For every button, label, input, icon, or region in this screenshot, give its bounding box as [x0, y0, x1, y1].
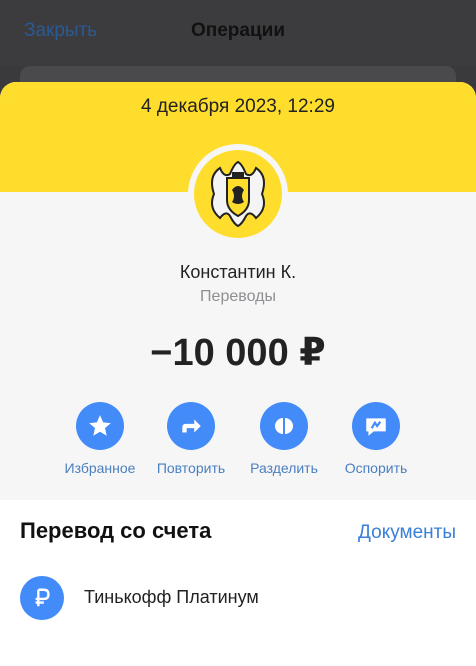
split-icon [275, 418, 293, 434]
action-label: Разделить [250, 460, 318, 476]
bank-logo [194, 150, 282, 238]
dispute-button[interactable] [352, 402, 400, 450]
action-repeat[interactable]: Повторить [141, 402, 241, 476]
dispute-icon [366, 418, 386, 436]
split-button[interactable] [260, 402, 308, 450]
action-split[interactable]: Разделить [234, 402, 334, 476]
action-label: Избранное [64, 460, 136, 476]
navigation-bar: Закрыть Операции [0, 0, 476, 86]
action-favorite[interactable]: Избранное [50, 402, 150, 476]
favorite-button[interactable] [76, 402, 124, 450]
page-title: Операции [190, 20, 286, 41]
operation-category: Переводы [200, 288, 276, 305]
account-icon [20, 576, 64, 620]
ruble-icon [35, 588, 50, 607]
action-label: Повторить [156, 460, 226, 476]
account-name[interactable]: Тинькофф Платинум [84, 587, 259, 608]
operation-sheet: 4 декабря 2023, 12:29 Константин К. Пере… [0, 82, 476, 666]
transfer-details-panel: Перевод со счета Документы Тинькофф Плат… [0, 500, 476, 666]
operation-amount: −10 000 ₽ [150, 332, 326, 374]
bank-logo-frame [188, 144, 288, 244]
details-heading: Перевод со счета [20, 518, 212, 543]
star-icon [89, 415, 111, 436]
action-dispute[interactable]: Оспорить [326, 402, 426, 476]
counterparty-name: Константин К. [179, 262, 297, 282]
repeat-button[interactable] [167, 402, 215, 450]
bank-crest-icon [211, 160, 265, 228]
documents-link[interactable]: Документы [358, 522, 456, 544]
operation-datetime: 4 декабря 2023, 12:29 [141, 96, 335, 117]
action-label: Оспорить [344, 460, 408, 476]
repeat-arrow-icon [182, 419, 201, 433]
